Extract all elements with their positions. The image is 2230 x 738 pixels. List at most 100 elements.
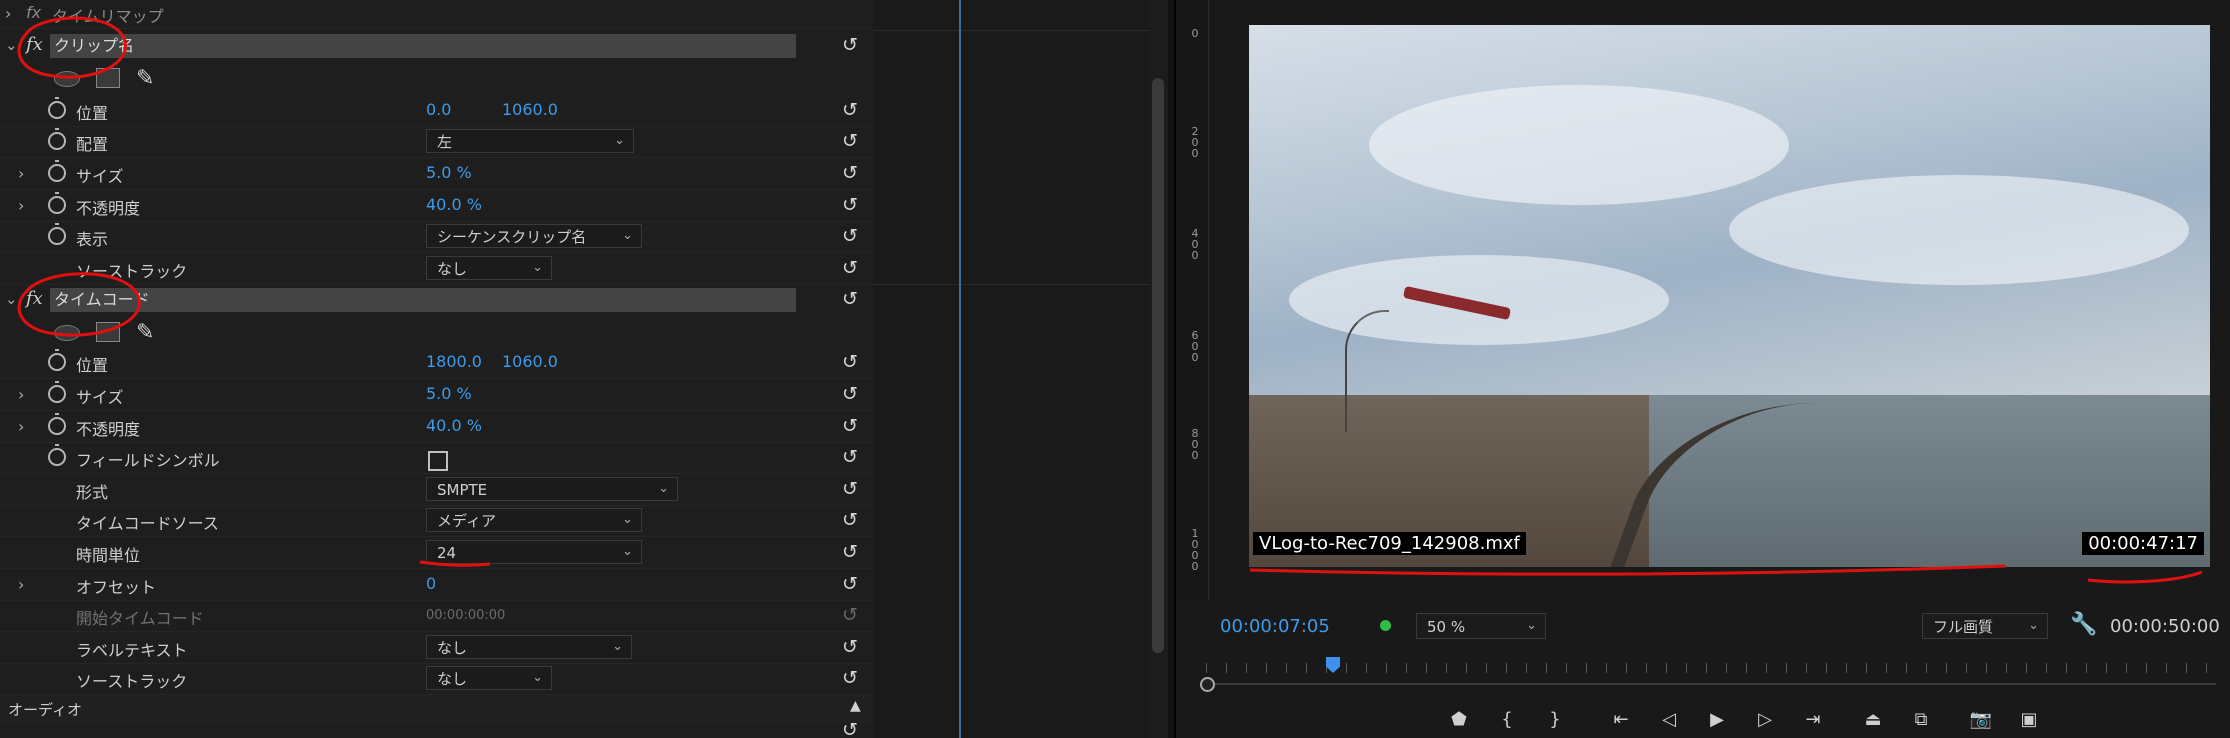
- reset-icon[interactable]: ↺: [842, 162, 858, 184]
- zoom-scroll-track[interactable]: [1206, 683, 2216, 685]
- reset-icon[interactable]: ↺: [842, 194, 858, 216]
- step-forward-icon[interactable]: ▷: [1750, 705, 1780, 735]
- alignment-value: 左: [437, 133, 453, 151]
- tc-format-row: 形式 SMPTE ⌄ ↺: [0, 474, 873, 506]
- position-x-value[interactable]: 0.0: [426, 100, 451, 119]
- pen-mask-icon[interactable]: ✎: [136, 66, 154, 91]
- reset-icon[interactable]: ↺: [842, 509, 858, 531]
- clip-display-row: 表示 シーケンスクリップ名 ⌄ ↺: [0, 221, 873, 253]
- audio-label: オーディオ: [8, 701, 82, 719]
- go-to-in-icon[interactable]: ⇤: [1606, 705, 1636, 735]
- reset-icon[interactable]: ↺: [842, 541, 858, 563]
- reset-icon[interactable]: ↺: [842, 257, 858, 279]
- stopwatch-icon[interactable]: [48, 381, 66, 403]
- chevron-right-icon[interactable]: ›: [5, 4, 11, 23]
- chevron-right-icon[interactable]: ›: [18, 196, 24, 215]
- offset-value[interactable]: 0: [426, 574, 436, 593]
- display-value: シーケンスクリップ名: [437, 228, 587, 246]
- opacity-value[interactable]: 40.0 %: [426, 416, 482, 435]
- scrub-bar[interactable]: [1200, 655, 2230, 695]
- zoom-handle[interactable]: [1200, 677, 1215, 692]
- reset-icon[interactable]: ↺: [842, 130, 858, 152]
- stopwatch-icon[interactable]: [48, 192, 66, 214]
- stopwatch-icon[interactable]: [48, 97, 66, 119]
- clip-name-overlay: VLog-to-Rec709_142908.mxf: [1253, 532, 1526, 555]
- reset-icon[interactable]: ↺: [842, 34, 858, 56]
- timecode-effect-header[interactable]: ⌄ fx タイムコード ↺: [0, 284, 873, 316]
- reset-icon[interactable]: ↺: [842, 723, 858, 738]
- add-marker-icon[interactable]: ⬟: [1444, 705, 1474, 735]
- source-track-dropdown[interactable]: なし ⌄: [426, 666, 552, 690]
- reset-icon[interactable]: ↺: [842, 415, 858, 437]
- ellipse-mask-icon[interactable]: [54, 325, 80, 341]
- position-y-value[interactable]: 1060.0: [502, 100, 558, 119]
- chevron-down-icon[interactable]: ⌄: [5, 36, 18, 54]
- label-text-dropdown[interactable]: なし ⌄: [426, 635, 632, 659]
- reset-icon[interactable]: ↺: [842, 99, 858, 121]
- timecode-effect-title: タイムコード: [50, 288, 796, 312]
- chevron-right-icon[interactable]: ›: [18, 164, 24, 183]
- reset-icon[interactable]: ↺: [842, 667, 858, 689]
- reset-icon[interactable]: ↺: [842, 225, 858, 247]
- step-back-icon[interactable]: ◁: [1654, 705, 1684, 735]
- scrollbar-thumb[interactable]: [1152, 78, 1164, 653]
- rectangle-mask-icon[interactable]: [96, 322, 120, 342]
- stopwatch-icon[interactable]: [48, 160, 66, 182]
- tc-source-dropdown[interactable]: メディア ⌄: [426, 508, 642, 532]
- position-y-value[interactable]: 1060.0: [502, 352, 558, 371]
- clip-name-effect-header[interactable]: ⌄ fx クリップ名 ↺: [0, 30, 873, 62]
- video-frame[interactable]: VLog-to-Rec709_142908.mxf 00:00:47:17: [1249, 25, 2210, 567]
- stopwatch-icon[interactable]: [48, 413, 66, 435]
- chevron-down-icon[interactable]: ⌄: [5, 290, 18, 308]
- reset-icon[interactable]: ↺: [842, 573, 858, 595]
- collapse-up-icon[interactable]: ▲: [850, 698, 861, 714]
- reset-icon[interactable]: ↺: [842, 636, 858, 658]
- format-dropdown[interactable]: SMPTE ⌄: [426, 477, 678, 501]
- reset-icon[interactable]: ↺: [842, 446, 858, 468]
- mark-out-icon[interactable]: }: [1540, 705, 1570, 735]
- playhead-line[interactable]: [959, 0, 961, 738]
- zoom-dropdown[interactable]: 50 % ⌄: [1416, 613, 1546, 639]
- pen-mask-icon[interactable]: ✎: [136, 320, 154, 345]
- time-unit-dropdown[interactable]: 24 ⌄: [426, 540, 642, 564]
- stopwatch-icon[interactable]: [48, 444, 66, 466]
- play-icon[interactable]: ▶: [1702, 705, 1732, 735]
- stopwatch-icon[interactable]: [48, 223, 66, 245]
- chevron-right-icon[interactable]: ›: [18, 385, 24, 404]
- chevron-right-icon[interactable]: ›: [18, 575, 24, 594]
- lift-icon[interactable]: ⏏: [1858, 705, 1888, 735]
- field-symbol-checkbox[interactable]: [428, 451, 448, 471]
- position-x-value[interactable]: 1800.0: [426, 352, 482, 371]
- mark-in-icon[interactable]: {: [1492, 705, 1522, 735]
- time-remap-row[interactable]: › fx タイムリマップ: [0, 0, 873, 29]
- rectangle-mask-icon[interactable]: [96, 68, 120, 88]
- ellipse-mask-icon[interactable]: [54, 71, 80, 87]
- ruler-tick: 8 0 0: [1191, 427, 1199, 462]
- current-timecode[interactable]: 00:00:07:05: [1220, 616, 1330, 637]
- tc-offset-row: › オフセット 0 ↺: [0, 569, 873, 601]
- source-track-dropdown[interactable]: なし ⌄: [426, 256, 552, 280]
- camera-icon[interactable]: 📷: [1966, 705, 1996, 735]
- reset-icon[interactable]: ↺: [842, 383, 858, 405]
- size-value[interactable]: 5.0 %: [426, 384, 472, 403]
- size-value[interactable]: 5.0 %: [426, 163, 472, 182]
- audio-section-header[interactable]: オーディオ ▲: [0, 695, 873, 723]
- go-to-out-icon[interactable]: ⇥: [1798, 705, 1828, 735]
- effect-controls-timeline[interactable]: [873, 0, 1150, 738]
- wrench-icon[interactable]: 🔧: [2070, 612, 2097, 637]
- comparison-view-icon[interactable]: ▣: [2014, 705, 2044, 735]
- quality-dropdown[interactable]: フル画質 ⌄: [1922, 613, 2048, 639]
- opacity-value[interactable]: 40.0 %: [426, 195, 482, 214]
- alignment-dropdown[interactable]: 左 ⌄: [426, 129, 634, 153]
- reset-icon[interactable]: ↺: [842, 478, 858, 500]
- tc-source-track-row: ソーストラック なし ⌄ ↺: [0, 663, 873, 695]
- reset-icon[interactable]: ↺: [842, 288, 858, 310]
- stopwatch-icon[interactable]: [48, 128, 66, 150]
- display-dropdown[interactable]: シーケンスクリップ名 ⌄: [426, 224, 642, 248]
- alignment-label: 配置: [76, 135, 109, 154]
- vertical-scrollbar[interactable]: [1150, 0, 1168, 738]
- chevron-right-icon[interactable]: ›: [18, 417, 24, 436]
- stopwatch-icon[interactable]: [48, 349, 66, 371]
- reset-icon[interactable]: ↺: [842, 351, 858, 373]
- extract-icon[interactable]: ⧉: [1906, 705, 1936, 735]
